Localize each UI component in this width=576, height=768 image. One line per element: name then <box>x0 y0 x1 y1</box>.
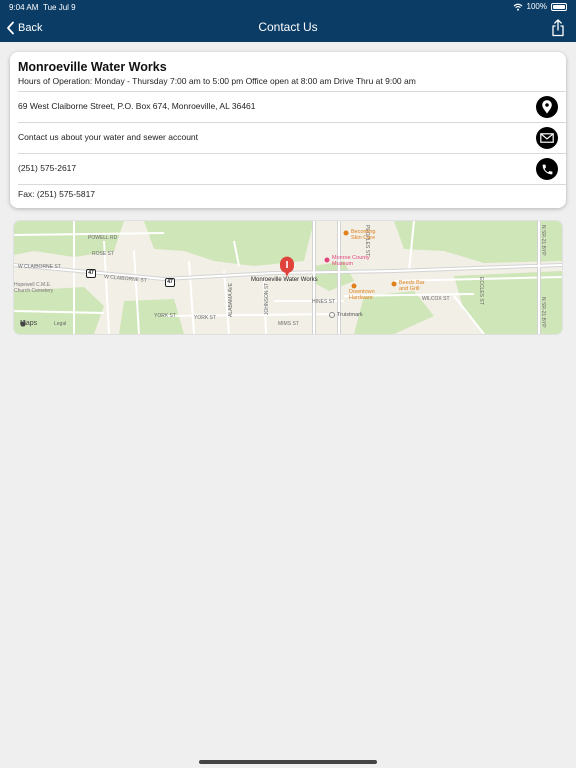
pin-label: Monroeville Water Works <box>251 277 318 283</box>
street-label: POWELL RD <box>88 235 118 241</box>
status-date: Tue Jul 9 <box>43 3 76 12</box>
poi-label: Beeds Bar and Grill <box>399 280 425 292</box>
contact-card: Monroeville Water Works Hours of Operati… <box>10 52 566 208</box>
street-label: ROSE ST <box>92 251 114 257</box>
status-bar: 9:04 AM Tue Jul 9 100% <box>0 0 576 14</box>
poi-label: Monroe County Museum <box>332 255 370 267</box>
hardware-poi-icon <box>351 283 357 289</box>
food-poi-icon <box>343 230 349 236</box>
battery-percent: 100% <box>526 2 547 11</box>
phone-button[interactable] <box>536 158 558 180</box>
street-label: WILCOX ST <box>422 296 450 302</box>
address-text: 69 West Claiborne Street, P.O. Box 674, … <box>18 101 256 111</box>
maps-logo: Maps <box>20 320 37 327</box>
email-button[interactable] <box>536 127 558 149</box>
battery-icon <box>551 2 567 11</box>
navigation-bar: Back Contact Us <box>0 14 576 42</box>
restaurant-poi-icon <box>391 281 397 287</box>
map-pin-button[interactable] <box>536 96 558 118</box>
phone-icon <box>542 164 552 174</box>
street-label: ALABAMA AVE <box>228 282 234 317</box>
fax-text: Fax: (251) 575-5817 <box>18 189 96 199</box>
status-time: 9:04 AM <box>9 3 39 12</box>
highway-shield: 47 <box>86 269 96 278</box>
page-title: Contact Us <box>258 20 318 34</box>
street-label: N SR-21 BYP <box>540 297 546 328</box>
poi-label: Becoming Skin Care <box>351 229 376 241</box>
status-right: 100% <box>513 2 567 11</box>
street-label: JOHNSON ST <box>264 282 270 315</box>
street-label: W CLAIBORNE ST <box>18 264 61 270</box>
wifi-icon <box>513 3 522 11</box>
email-row[interactable]: Contact us about your water and sewer ac… <box>18 122 566 153</box>
poi-label: Downtown Hardware <box>349 289 375 301</box>
poi-label: Truistmark <box>337 312 363 318</box>
map-pin-icon <box>542 100 552 114</box>
street-label: N SR-21 BYP <box>540 225 546 256</box>
poi-label: Hopewell C.M.E. Church Cemetery <box>14 282 54 294</box>
fax-row: Fax: (251) 575-5817 <box>18 184 566 206</box>
hours-of-operation: Hours of Operation: Monday - Thursday 7:… <box>18 76 416 86</box>
home-indicator <box>199 760 377 764</box>
map-view[interactable]: POWELL RD ROSE ST W CLAIBORNE ST W CLAIB… <box>14 221 562 334</box>
organization-name: Monroeville Water Works <box>18 60 167 74</box>
email-text: Contact us about your water and sewer ac… <box>18 132 199 142</box>
street-label: YORK ST <box>194 315 216 321</box>
museum-poi-icon <box>324 257 330 263</box>
street-label: ECCLES ST <box>478 277 484 305</box>
phone-row[interactable]: (251) 575-2617 <box>18 153 566 184</box>
envelope-icon <box>540 133 554 143</box>
address-row[interactable]: 69 West Claiborne Street, P.O. Box 674, … <box>18 91 566 122</box>
highway-shield: 47 <box>165 278 175 287</box>
street-label: MIMS ST <box>278 321 299 327</box>
legal-link[interactable]: Legal <box>54 321 66 327</box>
street-label: YORK ST <box>154 313 176 319</box>
phone-text: (251) 575-2617 <box>18 163 77 173</box>
street-label: HINES ST <box>312 299 336 305</box>
apple-icon <box>20 320 26 327</box>
share-icon[interactable] <box>550 19 566 37</box>
